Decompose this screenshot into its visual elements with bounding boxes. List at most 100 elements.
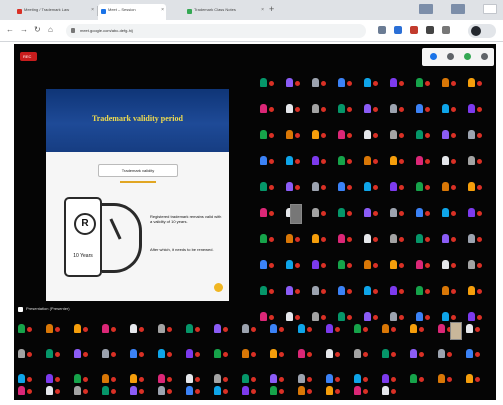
participant-tile[interactable] (442, 76, 462, 89)
participant-tile[interactable] (158, 347, 178, 360)
participant-video-tile[interactable] (290, 204, 302, 224)
participant-tile[interactable] (102, 347, 122, 360)
participant-tile[interactable] (312, 284, 332, 297)
participant-tile[interactable] (364, 128, 384, 141)
participant-tile[interactable] (260, 128, 280, 141)
participant-video-tile[interactable] (450, 322, 462, 340)
participant-tile[interactable] (298, 347, 318, 360)
participant-tile[interactable] (364, 258, 384, 271)
participant-tile[interactable] (416, 128, 436, 141)
participant-tile[interactable] (326, 384, 346, 397)
participant-tile[interactable] (442, 206, 462, 219)
participant-tile[interactable] (260, 102, 280, 115)
participant-tile[interactable] (390, 258, 410, 271)
participant-tile[interactable] (18, 347, 38, 360)
participant-tile[interactable] (364, 284, 384, 297)
participant-tile[interactable] (260, 206, 280, 219)
participant-tile[interactable] (438, 347, 458, 360)
participant-tile[interactable] (286, 258, 306, 271)
participant-tile[interactable] (46, 322, 66, 335)
participant-tile[interactable] (260, 284, 280, 297)
participant-tile[interactable] (442, 154, 462, 167)
participant-tile[interactable] (390, 206, 410, 219)
participant-tile[interactable] (442, 102, 462, 115)
participant-tile[interactable] (130, 347, 150, 360)
participant-tile[interactable] (338, 180, 358, 193)
participant-tile[interactable] (312, 206, 332, 219)
participant-tile[interactable] (286, 232, 306, 245)
participant-tile[interactable] (442, 284, 462, 297)
participant-tile[interactable] (214, 384, 234, 397)
browser-tab-active[interactable]: Meet – Session × (98, 4, 166, 20)
participant-tile[interactable] (214, 347, 234, 360)
participant-tile[interactable] (468, 180, 488, 193)
participant-tile[interactable] (130, 384, 150, 397)
participant-tile[interactable] (102, 384, 122, 397)
participant-tile[interactable] (442, 180, 462, 193)
participant-tile[interactable] (286, 102, 306, 115)
profile-button[interactable] (468, 24, 496, 38)
participant-tile[interactable] (468, 154, 488, 167)
participant-tile[interactable] (312, 154, 332, 167)
participant-tile[interactable] (466, 372, 486, 385)
home-button[interactable]: ⌂ (48, 25, 53, 34)
participant-tile[interactable] (286, 284, 306, 297)
close-tab-icon[interactable]: × (261, 7, 264, 13)
participant-tile[interactable] (364, 154, 384, 167)
participant-tile[interactable] (326, 347, 346, 360)
participant-tile[interactable] (468, 76, 488, 89)
participant-tile[interactable] (260, 258, 280, 271)
participant-tile[interactable] (390, 128, 410, 141)
participant-tile[interactable] (286, 76, 306, 89)
participant-tile[interactable] (338, 154, 358, 167)
new-tab-button[interactable]: + (269, 4, 274, 14)
participant-tile[interactable] (442, 258, 462, 271)
participant-tile[interactable] (18, 384, 38, 397)
participant-tile[interactable] (326, 322, 346, 335)
participant-tile[interactable] (46, 347, 66, 360)
participant-tile[interactable] (390, 180, 410, 193)
participant-tile[interactable] (102, 322, 122, 335)
participant-tile[interactable] (390, 154, 410, 167)
participant-tile[interactable] (260, 232, 280, 245)
participant-tile[interactable] (260, 180, 280, 193)
participant-tile[interactable] (130, 322, 150, 335)
extension-icon[interactable] (426, 26, 434, 34)
participant-tile[interactable] (390, 284, 410, 297)
star-icon[interactable] (378, 26, 386, 34)
participant-tile[interactable] (270, 347, 290, 360)
participant-tile[interactable] (298, 384, 318, 397)
minimize-button[interactable] (419, 4, 433, 14)
close-tab-icon[interactable]: × (161, 7, 164, 13)
extension-icon[interactable] (410, 26, 418, 34)
participant-tile[interactable] (74, 384, 94, 397)
participant-tile[interactable] (416, 258, 436, 271)
participant-tile[interactable] (468, 102, 488, 115)
close-tab-icon[interactable]: × (91, 7, 94, 13)
participant-tile[interactable] (416, 232, 436, 245)
participant-tile[interactable] (242, 384, 262, 397)
participant-tile[interactable] (442, 232, 462, 245)
participant-tile[interactable] (468, 206, 488, 219)
participant-tile[interactable] (468, 284, 488, 297)
participant-tile[interactable] (364, 232, 384, 245)
participant-tile[interactable] (390, 232, 410, 245)
participant-tile[interactable] (354, 347, 374, 360)
extension-icon[interactable] (394, 26, 402, 34)
participant-tile[interactable] (158, 322, 178, 335)
participant-tile[interactable] (354, 322, 374, 335)
participant-tile[interactable] (46, 384, 66, 397)
forward-button[interactable]: → (20, 25, 28, 34)
participant-tile[interactable] (468, 258, 488, 271)
presenter-strip[interactable]: Presentation (Presenter) (18, 306, 70, 314)
participant-tile[interactable] (242, 347, 262, 360)
close-window-button[interactable] (483, 4, 497, 14)
participant-tile[interactable] (312, 232, 332, 245)
participant-tile[interactable] (466, 347, 486, 360)
participant-tile[interactable] (382, 347, 402, 360)
participant-tile[interactable] (438, 372, 458, 385)
participant-tile[interactable] (74, 322, 94, 335)
participant-tile[interactable] (468, 232, 488, 245)
participant-tile[interactable] (364, 206, 384, 219)
participant-tile[interactable] (312, 76, 332, 89)
